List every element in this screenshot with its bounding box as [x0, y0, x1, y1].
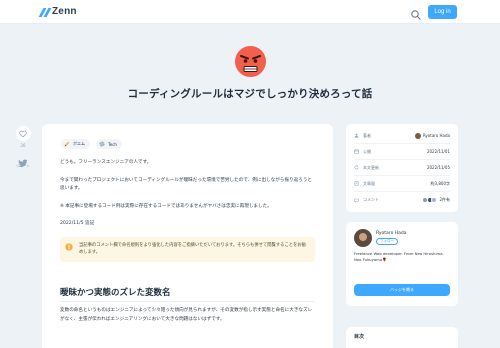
comment-count: 2件有 — [439, 197, 450, 202]
article-body: ポエム Tech どうも。フリーランスエンジニアの人です。 今まで関わったプロジ… — [42, 124, 333, 348]
info-key: 文章量 — [363, 180, 375, 186]
comment-icon — [354, 198, 359, 203]
info-key: 公開 — [363, 148, 371, 154]
search-icon[interactable] — [410, 6, 422, 20]
avatar — [414, 132, 421, 139]
update-date: 2022/11/5 追記 — [60, 221, 95, 227]
author-link[interactable]: Ryotaro Hada — [414, 132, 450, 139]
pencil-icon — [64, 141, 70, 147]
info-row-published: 公開 2022/11/01 — [354, 144, 450, 160]
zenn-logo[interactable]: Zenn — [41, 6, 77, 17]
logo-text: Zenn — [52, 6, 77, 17]
refresh-icon — [354, 165, 359, 170]
document-icon — [354, 181, 359, 186]
intro-paragraph: どうも。フリーランスエンジニアの人です。 — [60, 160, 152, 165]
author-name: Ryotaro Hada — [422, 133, 450, 138]
twitter-share-button[interactable] — [18, 153, 28, 167]
author-name[interactable]: Ryotaro Hada — [376, 231, 407, 236]
share-label: ツイート — [16, 164, 30, 168]
topic-list: ポエム Tech — [61, 139, 315, 149]
author-bio: Freelance Web developer. From Neo Hirosh… — [354, 251, 444, 262]
info-row-updated: 本文更新 2022/11/05 — [354, 160, 450, 176]
article-title: コーディングルールはマジでしっかり決めろって話 — [127, 88, 373, 100]
author-header: Ryotaro Hada フォロー — [354, 229, 450, 247]
warning-icon — [65, 243, 73, 251]
info-row-length: 文章量 約3,800字 — [354, 176, 450, 192]
follow-button[interactable]: フォロー — [376, 238, 398, 245]
toc-title: 目次 — [354, 334, 365, 340]
article-info-card: 著者 Ryotaro Hada 公開 2022/11/01 本文更新 2022/… — [346, 124, 458, 212]
topic-tag-tech[interactable]: Tech — [96, 139, 122, 149]
notice-text: 当記事のコメント欄で命名規則をより強化した内容をご指摘いただいております。そちら… — [79, 242, 306, 256]
calendar-icon — [354, 149, 359, 154]
heart-icon — [19, 130, 27, 138]
author-card: Ryotaro Hada フォロー Freelance Web develope… — [346, 222, 458, 306]
article-length: 約3,800字 — [430, 180, 450, 186]
paragraph: 今まで関わったプロジェクトにおいてコーディングルールが曖昧だった環境で苦労したの… — [60, 177, 313, 192]
info-key: 著者 — [363, 132, 371, 138]
topic-label: ポエム — [73, 141, 85, 146]
author-meta: Ryotaro Hada フォロー — [376, 229, 407, 245]
gear-icon — [99, 141, 105, 147]
topic-label: Tech — [108, 141, 117, 147]
login-button[interactable]: Log in — [428, 5, 457, 19]
like-button[interactable] — [15, 126, 31, 141]
updated-date: 2022/11/05 — [426, 165, 450, 170]
section-heading: 曖昧かつ実態のズレた変数名 — [60, 286, 315, 302]
zenn-logo-mark-icon — [41, 7, 50, 17]
action-rail: 26 ツイート — [15, 126, 31, 169]
like-count: 26 — [20, 143, 26, 148]
paragraph: 変数の命名というものはエンジニアによって少々雑った傾向が見られますが、その変数が… — [60, 307, 313, 322]
info-key: 本文更新 — [363, 164, 379, 170]
topic-tag-poem[interactable]: ポエム — [61, 139, 90, 149]
toc-card: 目次 — [346, 327, 458, 348]
info-row-author: 著者 Ryotaro Hada — [354, 128, 450, 144]
comment-summary[interactable]: 2件有 — [422, 197, 450, 203]
support-badge-button[interactable]: バッジを贈る — [354, 284, 450, 296]
angry-face-icon — [234, 45, 267, 78]
avatar[interactable] — [354, 229, 372, 247]
commenter-avatars — [422, 197, 438, 203]
info-key: コメント — [363, 197, 379, 202]
user-icon — [354, 133, 359, 138]
top-header: Zenn Log in — [0, 0, 500, 24]
notice-box: 当記事のコメント欄で命名規則をより強化した内容をご指摘いただいております。そちら… — [60, 236, 315, 262]
info-row-comments: コメント 2件有 — [354, 192, 450, 208]
disclaimer-paragraph: ※ 本記事に登場するコード例は実際に存在するコードではありませんがヤバさは忠実に… — [60, 203, 272, 209]
published-date: 2022/11/01 — [426, 149, 450, 154]
avatar — [431, 197, 438, 203]
